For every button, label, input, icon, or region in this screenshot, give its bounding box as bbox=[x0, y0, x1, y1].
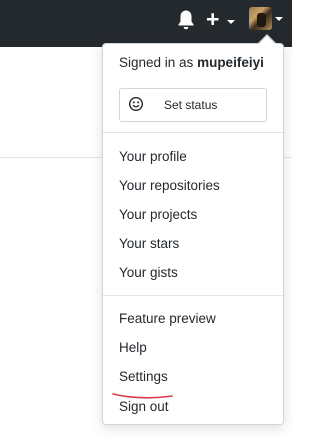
user-menu-button[interactable] bbox=[249, 7, 287, 33]
caret-down-icon bbox=[275, 17, 283, 21]
caret-down-icon bbox=[227, 20, 235, 24]
menu-item-your-stars[interactable]: Your stars bbox=[119, 236, 179, 251]
top-navigation-bar: + bbox=[0, 0, 292, 47]
menu-item-sign-out[interactable]: Sign out bbox=[119, 399, 169, 414]
set-status-button[interactable]: Set status bbox=[119, 88, 267, 122]
divider bbox=[103, 132, 283, 133]
avatar bbox=[249, 7, 272, 30]
menu-item-your-repositories[interactable]: Your repositories bbox=[119, 178, 220, 193]
user-dropdown-menu: Signed in as mupeifeiyi Set status Your … bbox=[102, 43, 284, 425]
menu-item-your-profile[interactable]: Your profile bbox=[119, 149, 187, 164]
bell-icon[interactable] bbox=[177, 9, 195, 31]
menu-item-settings[interactable]: Settings bbox=[119, 369, 168, 384]
signed-in-label: Signed in as mupeifeiyi bbox=[119, 55, 264, 70]
smiley-icon bbox=[129, 97, 143, 111]
username: mupeifeiyi bbox=[197, 55, 264, 70]
menu-item-your-projects[interactable]: Your projects bbox=[119, 207, 197, 222]
dropdown-pointer-fill bbox=[259, 36, 275, 44]
create-new-button[interactable]: + bbox=[206, 6, 238, 32]
menu-item-help[interactable]: Help bbox=[119, 340, 147, 355]
menu-item-your-gists[interactable]: Your gists bbox=[119, 265, 178, 280]
plus-icon: + bbox=[206, 6, 220, 32]
divider bbox=[103, 295, 283, 296]
set-status-label: Set status bbox=[164, 98, 218, 112]
menu-item-feature-preview[interactable]: Feature preview bbox=[119, 311, 216, 326]
